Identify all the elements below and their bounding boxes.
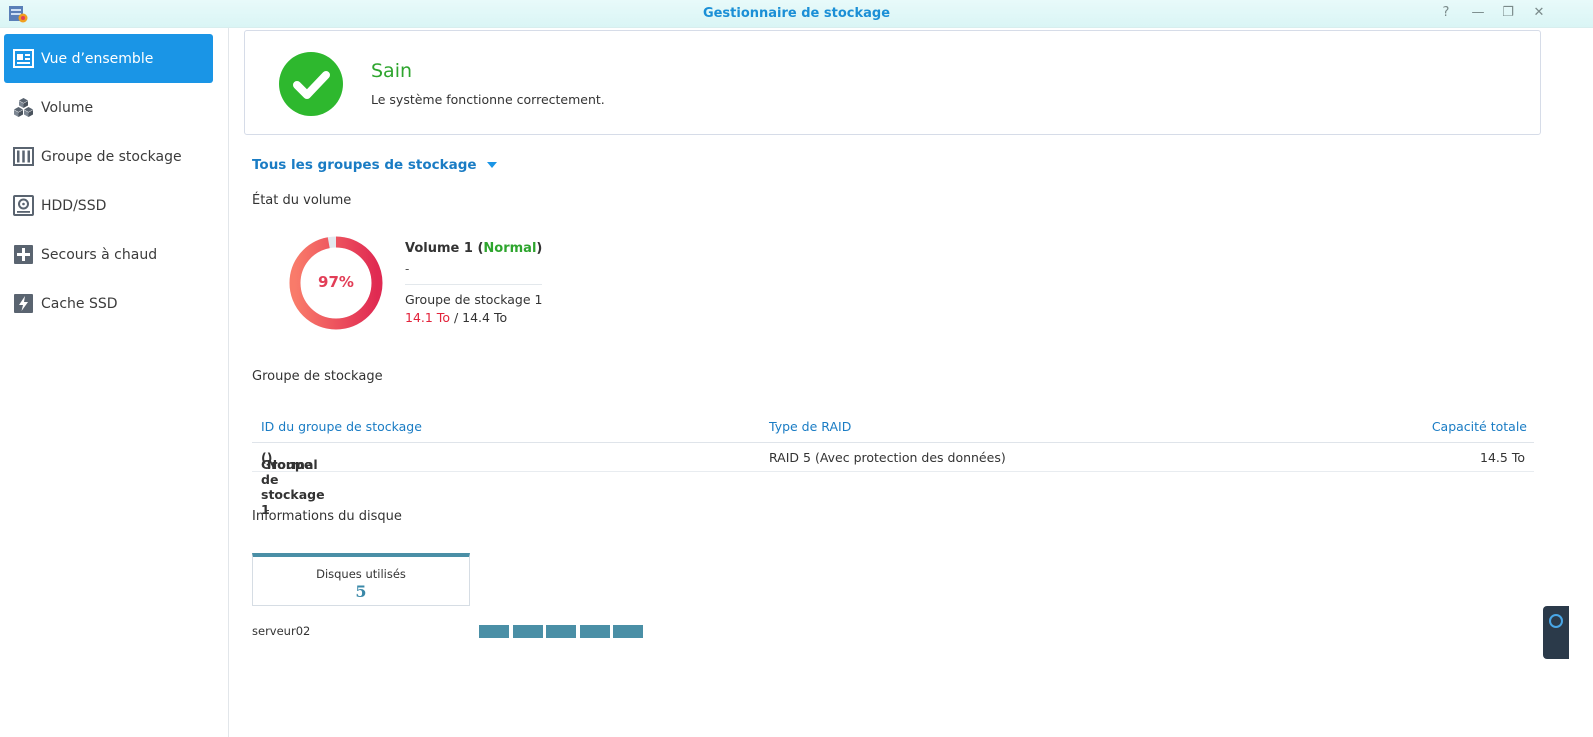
overview-icon — [13, 48, 34, 69]
window-title: Gestionnaire de stockage — [702, 6, 891, 21]
disk-slot[interactable] — [546, 625, 576, 638]
sidebar-item-label: Cache SSD — [41, 295, 118, 312]
ssd-cache-icon — [13, 293, 34, 314]
table-row[interactable]: Groupe de stockage 1 (Normal) RAID 5 (Av… — [252, 443, 1534, 517]
widget-icon — [1549, 614, 1563, 628]
disks-used-count: 5 — [355, 582, 367, 601]
restore-button[interactable]: ❐ — [1499, 4, 1517, 22]
volume-total: 14.4 To — [462, 310, 508, 325]
pool-id-cell: Groupe de stockage 1 (Normal) — [261, 450, 325, 517]
sidebar-item-label: Vue d’ensemble — [41, 50, 154, 67]
column-header-capacity[interactable]: Capacité totale — [1432, 419, 1527, 434]
server-name: serveur02 — [252, 624, 311, 638]
volume-usage: 14.1 To / 14.4 To — [405, 310, 508, 325]
volume-status: Normal — [483, 241, 537, 256]
sidebar-item-label: Volume — [41, 99, 94, 116]
caret-down-icon — [486, 162, 497, 168]
disks-used-label: Disques utilisés — [316, 567, 406, 581]
capacity-cell: 14.5 To — [1480, 450, 1525, 465]
volume-pool-name: Groupe de stockage 1 — [405, 292, 543, 307]
volume-icon — [13, 97, 34, 118]
sidebar-item-label: HDD/SSD — [41, 197, 107, 214]
minimize-button[interactable]: — — [1469, 4, 1487, 22]
side-tab-widget[interactable] — [1543, 606, 1569, 659]
table-header: ID du groupe de stockage Type de RAID Ca… — [252, 412, 1534, 443]
volume-description: - — [405, 262, 410, 276]
volume-used: 14.1 To — [405, 310, 450, 325]
pool-status: Normal — [266, 457, 318, 472]
help-button[interactable]: ? — [1437, 4, 1455, 22]
volume-section-title: État du volume — [252, 193, 352, 208]
hdd-icon — [13, 195, 34, 216]
hot-spare-icon — [13, 244, 34, 265]
sidebar-item-volume[interactable]: Volume — [4, 83, 213, 132]
close-button[interactable]: ✕ — [1530, 4, 1548, 22]
column-header-id[interactable]: ID du groupe de stockage — [261, 419, 422, 434]
title-bar: Gestionnaire de stockage ? — ❐ ✕ — [0, 0, 1593, 28]
pool-section-title: Groupe de stockage — [252, 369, 383, 384]
storage-groups-dropdown[interactable]: Tous les groupes de stockage — [252, 157, 497, 173]
status-title: Sain — [371, 60, 413, 82]
disk-slot[interactable] — [613, 625, 643, 638]
disk-slot[interactable] — [579, 625, 610, 638]
disk-slot[interactable] — [512, 625, 543, 638]
status-circle — [279, 52, 343, 116]
sidebar-item-ssd-cache[interactable]: Cache SSD — [4, 279, 213, 328]
dropdown-label: Tous les groupes de stockage — [252, 157, 477, 173]
sidebar-item-overview[interactable]: Vue d’ensemble — [4, 34, 213, 83]
sidebar: Vue d’ensemble Volume Groupe de stockage… — [0, 28, 229, 737]
volume-name: Volume 1 (Normal) — [405, 241, 543, 256]
disk-section-title: Informations du disque — [252, 509, 402, 524]
sidebar-item-label: Secours à chaud — [41, 246, 158, 263]
volume-divider — [405, 284, 542, 285]
disk-slots — [479, 625, 647, 638]
usage-percent-label: 97% — [318, 273, 354, 291]
disks-used-card[interactable]: Disques utilisés 5 — [252, 553, 470, 606]
column-header-raid[interactable]: Type de RAID — [769, 419, 851, 434]
sidebar-item-storage-pool[interactable]: Groupe de stockage — [4, 132, 213, 181]
sidebar-item-hdd-ssd[interactable]: HDD/SSD — [4, 181, 213, 230]
checkmark-icon — [293, 71, 330, 99]
health-status-card: Sain Le système fonctionne correctement. — [244, 30, 1541, 135]
raid-type-cell: RAID 5 (Avec protection des données) — [769, 450, 1006, 465]
sidebar-item-label: Groupe de stockage — [41, 148, 182, 165]
storage-pool-table: ID du groupe de stockage Type de RAID Ca… — [252, 412, 1534, 517]
disk-slot[interactable] — [479, 625, 509, 638]
status-description: Le système fonctionne correctement. — [371, 92, 605, 107]
sidebar-item-hot-spare[interactable]: Secours à chaud — [4, 230, 213, 279]
storage-pool-icon — [13, 146, 34, 167]
